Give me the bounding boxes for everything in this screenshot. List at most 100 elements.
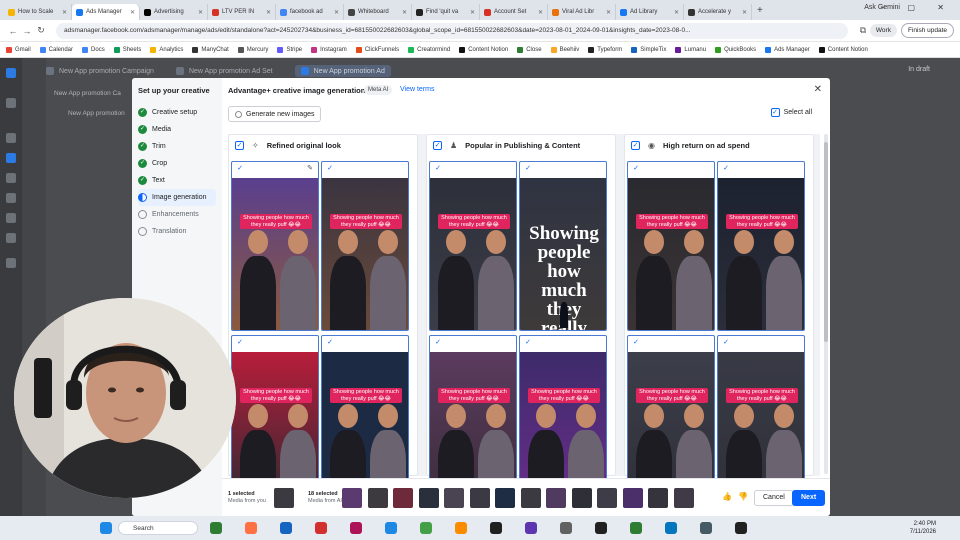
tile-checkbox[interactable]: ✓ (524, 339, 532, 347)
extensions-icon[interactable]: ⧉ (856, 25, 870, 36)
meta-logo-icon[interactable] (6, 68, 16, 78)
bookmark-item[interactable]: Typeform (588, 46, 622, 53)
taskbar-app-icon[interactable] (490, 522, 502, 534)
generated-image-tile[interactable]: ✓ Showing people how much they really puf… (627, 161, 715, 331)
step-enhancements[interactable]: Enhancements (138, 206, 216, 223)
taskbar-app-icon[interactable] (280, 522, 292, 534)
taskbar-app-icon[interactable] (735, 522, 747, 534)
next-button[interactable]: Next (792, 490, 826, 506)
generated-image-tile[interactable]: ✓ Showing people how much they really puf… (519, 161, 607, 331)
bookmark-item[interactable]: Sheets (113, 46, 141, 53)
browser-tab[interactable]: Accelerate y ✕ (684, 4, 752, 20)
tab-close-icon[interactable]: ✕ (470, 9, 475, 16)
ai-media-thumbnail[interactable] (469, 488, 490, 508)
bookmark-item[interactable]: Analytics (150, 46, 183, 53)
browser-tab[interactable]: Whiteboard ✕ (344, 4, 412, 20)
tile-checkbox[interactable]: ✓ (632, 165, 640, 173)
edit-pencil-icon[interactable]: ✎ (307, 164, 313, 172)
thumbs-down-icon[interactable]: 👎 (738, 492, 748, 501)
tab-close-icon[interactable]: ✕ (538, 9, 543, 16)
tile-checkbox[interactable]: ✓ (722, 339, 730, 347)
ai-media-thumbnail[interactable] (571, 488, 592, 508)
step-translation[interactable]: Translation (138, 223, 216, 240)
bookmark-item[interactable]: Ads Manager (765, 46, 810, 53)
browser-tab[interactable]: Viral Ad Libr ✕ (548, 4, 616, 20)
bookmark-item[interactable]: Lumanu (675, 46, 706, 53)
bookmark-item[interactable]: Instagram (311, 46, 347, 53)
taskbar-app-icon[interactable] (385, 522, 397, 534)
home-icon[interactable] (6, 98, 16, 108)
taskbar-app-icon[interactable] (700, 522, 712, 534)
bookmark-item[interactable]: Docs (82, 46, 105, 53)
tab-close-icon[interactable]: ✕ (198, 9, 203, 16)
ai-media-thumbnail[interactable] (546, 488, 566, 508)
profile-chip[interactable]: Work (869, 24, 897, 37)
bookmark-item[interactable]: Close (517, 46, 542, 53)
browser-tab[interactable]: Ads Manager ✕ (72, 4, 140, 20)
step-image-generation[interactable]: Image generation (138, 189, 216, 206)
browser-tab[interactable]: Find 'quit va ✕ (412, 4, 480, 20)
browser-tab[interactable]: Ad Library ✕ (616, 4, 684, 20)
window-controls[interactable]: – ▢ ✕ (881, 3, 954, 12)
step-text[interactable]: ✓ Text (138, 172, 216, 189)
menu-icon[interactable] (6, 258, 16, 268)
ai-media-thumbnail[interactable] (622, 488, 643, 508)
tab-close-icon[interactable]: ✕ (742, 9, 747, 16)
breadcrumb-ad[interactable]: New App promotion Ad (294, 65, 391, 77)
taskbar-app-icon[interactable] (630, 522, 642, 534)
browser-tab[interactable]: LTV PER IN ✕ (208, 4, 276, 20)
forward-icon[interactable]: → (20, 26, 34, 36)
step-media[interactable]: ✓ Media (138, 121, 216, 138)
taskbar-app-icon[interactable] (665, 522, 677, 534)
tile-checkbox[interactable]: ✓ (434, 165, 442, 173)
browser-tab[interactable]: Advertising ✕ (140, 4, 208, 20)
tab-close-icon[interactable]: ✕ (334, 9, 339, 16)
tile-checkbox[interactable]: ✓ (434, 339, 442, 347)
bookmark-item[interactable]: Mercury (237, 46, 268, 53)
taskbar-app-icon[interactable] (420, 522, 432, 534)
ai-media-thumbnail[interactable] (342, 488, 362, 508)
bookmark-item[interactable]: ClickFunnels (355, 46, 399, 53)
bookmark-item[interactable]: Stripe (277, 46, 302, 53)
taskbar-app-icon[interactable] (455, 522, 467, 534)
breadcrumb-campaign[interactable]: New App promotion Campaign (46, 67, 154, 75)
tile-checkbox[interactable]: ✓ (524, 165, 532, 173)
bookmark-item[interactable]: Beehiiv (550, 46, 579, 53)
campaigns-icon[interactable] (6, 133, 16, 143)
tab-close-icon[interactable]: ✕ (674, 9, 679, 16)
reload-icon[interactable]: ↻ (34, 25, 48, 36)
tab-close-icon[interactable]: ✕ (402, 9, 407, 16)
tree-item-adset[interactable]: New App promotion (54, 104, 125, 124)
back-icon[interactable]: ← (6, 26, 20, 36)
bookmark-item[interactable]: SimpleTix (631, 46, 666, 53)
ai-media-thumbnail[interactable] (418, 488, 439, 508)
browser-tab[interactable]: Account Set ✕ (480, 4, 548, 20)
column-select-checkbox[interactable]: ✓ (433, 141, 442, 150)
browser-tab[interactable]: facebook ad ✕ (276, 4, 344, 20)
table-icon[interactable] (6, 153, 16, 163)
ai-media-thumbnail[interactable] (367, 488, 388, 508)
close-icon[interactable]: ✕ (814, 84, 822, 95)
bookmark-item[interactable]: ManyChat (192, 46, 229, 53)
original-media-thumbnail[interactable] (274, 488, 294, 508)
view-terms-link[interactable]: View terms (400, 86, 435, 93)
modal-scrollbar[interactable] (824, 134, 828, 474)
thumbs-up-icon[interactable]: 👍 (722, 492, 732, 501)
ai-media-thumbnail[interactable] (495, 488, 515, 508)
tile-checkbox[interactable]: ✓ (326, 339, 334, 347)
ai-media-thumbnail[interactable] (673, 488, 694, 508)
finish-update-button[interactable]: Finish update (900, 23, 954, 38)
settings-icon[interactable] (6, 233, 16, 243)
generated-image-tile[interactable]: ✓ Showing people how much they really puf… (717, 161, 805, 331)
taskbar-search-input[interactable]: Search (118, 521, 198, 535)
windows-start-icon[interactable] (100, 522, 112, 534)
ai-media-thumbnail[interactable] (648, 488, 668, 508)
url-input[interactable]: adsmanager.facebook.com/adsmanager/manag… (56, 22, 848, 39)
tile-checkbox[interactable]: ✓ (236, 339, 244, 347)
taskbar-app-icon[interactable] (210, 522, 222, 534)
ai-media-thumbnail[interactable] (444, 488, 464, 508)
tab-close-icon[interactable]: ✕ (266, 9, 271, 16)
bookmark-item[interactable]: Content Notion (818, 46, 868, 53)
taskbar-app-icon[interactable] (245, 522, 257, 534)
taskbar-app-icon[interactable] (350, 522, 362, 534)
